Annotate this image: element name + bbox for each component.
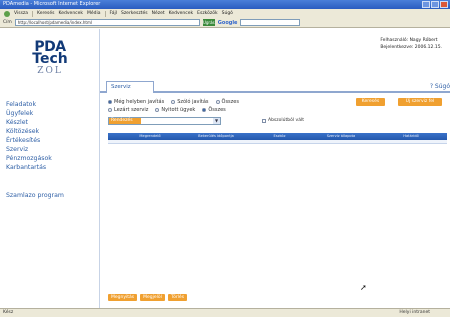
filter-options: Még helyben javítás Szóló javítás Összes…: [108, 98, 239, 114]
column-header[interactable]: Megrendelő: [120, 133, 180, 140]
new-service-button[interactable]: Új szerviz fel: [398, 98, 442, 106]
menu-help[interactable]: Súgó: [222, 11, 233, 16]
bottom-button-row: Megnyitás Megjelöl Törlés: [108, 294, 188, 301]
checkbox-icon: [262, 118, 266, 123]
radio-icon: [108, 108, 112, 112]
radio-selected-icon: [202, 108, 207, 112]
address-label: Cím: [3, 20, 12, 25]
radio-selected-icon: [108, 100, 112, 104]
user-info: Felhasználó: Nagy Róbert Bejelentkezve: …: [380, 37, 442, 51]
sort-select-value: Rendezés: [109, 118, 141, 124]
sidebar-item-szerviz[interactable]: Szerviz: [6, 145, 64, 154]
checkbox-absolute[interactable]: Abszolútból vált: [262, 118, 304, 123]
radio-icon: [215, 100, 220, 104]
open-button[interactable]: Megnyitás: [108, 294, 138, 301]
column-header[interactable]: Határidő: [375, 133, 447, 140]
google-logo: Google: [217, 19, 238, 26]
help-link[interactable]: ? Súgó: [430, 83, 450, 90]
radio-icon: [155, 108, 160, 112]
sidebar-item-koltozesek[interactable]: Költözések: [6, 127, 64, 136]
menu-view[interactable]: Nézet: [152, 11, 165, 16]
radio-osszes-1[interactable]: Összes: [215, 98, 239, 106]
radio-osszes-2[interactable]: Összes: [202, 106, 226, 114]
sidebar-item-ugyfelek[interactable]: Ügyfelek: [6, 109, 64, 118]
zone-text: Helyi intranet: [399, 310, 430, 315]
toolbar-separator: [104, 10, 106, 17]
delete-button[interactable]: Törlés: [167, 294, 188, 301]
media-button[interactable]: Média: [87, 11, 101, 16]
sidebar: PDA Tech ZOL Feladatok Ügyfelek Készlet …: [0, 29, 100, 308]
menu-edit[interactable]: Szerkesztés: [121, 11, 148, 16]
menu-favorites[interactable]: Kedvencek: [169, 11, 193, 16]
window-titlebar: PDAmedia - Microsoft Internet Explorer: [0, 0, 450, 9]
sidebar-item-penzmozgasok[interactable]: Pénzmozgások: [6, 154, 64, 163]
column-header[interactable]: Bekerülés időpontja: [180, 133, 252, 140]
tab-bar: Szerviz ? Súgó: [100, 73, 450, 93]
back-button[interactable]: Vissza: [14, 11, 28, 16]
favorites-button[interactable]: Kedvencek: [59, 11, 83, 16]
sidebar-item-ertekesites[interactable]: Értékesítés: [6, 136, 64, 145]
user-name: Felhasználó: Nagy Róbert: [380, 38, 438, 43]
radio-icon: [171, 100, 176, 104]
address-input[interactable]: http://localhost/pdamedia/index.html: [14, 19, 200, 26]
sidebar-item-szamlazo-program[interactable]: Szamlazo program: [6, 191, 64, 200]
pdatech-logo: PDA Tech ZOL: [32, 39, 68, 76]
google-search-input[interactable]: [240, 19, 301, 26]
column-header[interactable]: [108, 133, 120, 140]
radio-nyitott-ugyek[interactable]: Nyitott ügyek: [155, 106, 195, 114]
browser-toolbar: Vissza Keresés Kedvencek Média Fájl Szer…: [0, 9, 450, 18]
search-button[interactable]: Keresés: [356, 98, 385, 106]
minimize-button[interactable]: [422, 1, 430, 8]
sidebar-item-karbantartas[interactable]: Karbantartás: [6, 163, 64, 172]
go-button[interactable]: Ugrás: [202, 19, 215, 26]
radio-helyben-javitas[interactable]: Még helyben javítás: [108, 98, 164, 106]
address-bar: Cím http://localhost/pdamedia/index.html…: [0, 18, 450, 28]
menu-tools[interactable]: Eszközök: [197, 11, 217, 16]
app-window: PDA Tech ZOL Feladatok Ügyfelek Készlet …: [0, 29, 450, 308]
sort-select[interactable]: Rendezés ▼: [108, 117, 221, 125]
mark-button[interactable]: Megjelöl: [140, 294, 165, 301]
maximize-button[interactable]: [431, 1, 439, 8]
app-header: Felhasználó: Nagy Róbert Bejelentkezve: …: [100, 29, 450, 73]
sidebar-nav: Feladatok Ügyfelek Készlet Költözések Ér…: [6, 100, 64, 200]
service-table: Megrendelő Bekerülés időpontja Eszköz Sz…: [108, 133, 447, 144]
search-button[interactable]: Keresés: [37, 11, 54, 16]
sort-row: Rendezés ▼: [108, 117, 221, 125]
tab-szerviz[interactable]: Szerviz: [106, 81, 154, 93]
sidebar-item-keszlet[interactable]: Készlet: [6, 118, 64, 127]
sidebar-item-feladatok[interactable]: Feladatok: [6, 100, 64, 109]
chevron-down-icon: ▼: [213, 118, 220, 124]
status-bar: Kész Helyi intranet: [0, 308, 450, 317]
close-button[interactable]: [440, 1, 448, 8]
table-header: Megrendelő Bekerülés időpontja Eszköz Sz…: [108, 133, 447, 140]
radio-lezart-szerviz[interactable]: Lezárt szerviz: [108, 106, 148, 114]
menu-file[interactable]: Fájl: [110, 11, 117, 16]
toolbar-separator: [32, 10, 34, 17]
window-title: PDAmedia - Microsoft Internet Explorer: [3, 1, 101, 7]
window-controls: [422, 1, 448, 8]
main-content: Még helyben javítás Szóló javítás Összes…: [100, 95, 450, 308]
column-header[interactable]: Szerviz állapota: [307, 133, 375, 140]
login-date: Bejelentkezve: 2006.12.15.: [380, 45, 442, 50]
mouse-pointer-icon: ➚: [360, 283, 367, 292]
back-icon[interactable]: [4, 10, 10, 17]
table-body: [108, 140, 447, 144]
status-text: Kész: [3, 310, 14, 315]
radio-szolo-javitas[interactable]: Szóló javítás: [171, 98, 209, 106]
column-header[interactable]: Eszköz: [252, 133, 307, 140]
